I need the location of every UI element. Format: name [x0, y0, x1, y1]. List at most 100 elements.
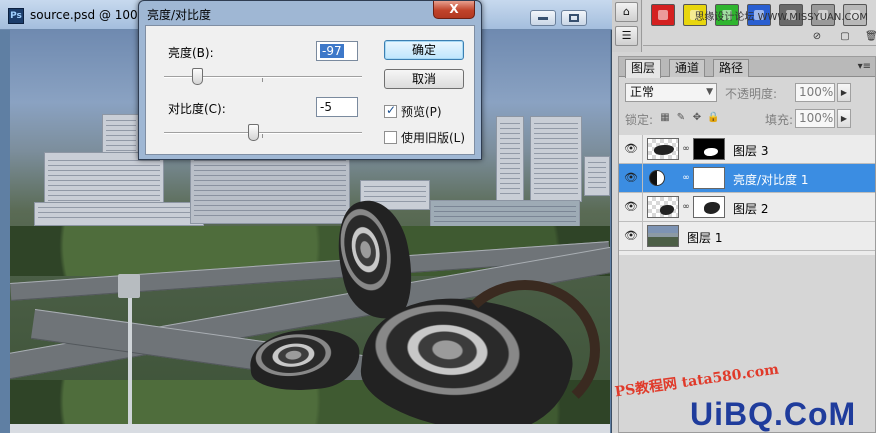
brightness-label: 亮度(B):	[168, 46, 214, 60]
styles-toolbar: ⊘ ▢ 🗑	[643, 30, 876, 46]
contrast-slider-track[interactable]	[164, 132, 362, 134]
tower-building	[584, 156, 610, 196]
preview-checkbox-row[interactable]: 预览(P)	[384, 103, 442, 120]
eye-icon[interactable]: 👁	[622, 142, 640, 156]
contrast-label: 对比度(C):	[168, 102, 226, 116]
eye-icon[interactable]: 👁	[622, 171, 640, 185]
blend-mode-select[interactable]: 正常 ▼	[625, 83, 717, 102]
layer-thumbnail	[647, 138, 679, 160]
dialog-body: 亮度(B): -97 对比度(C): -5 确定 取消 预览(P) 使用旧版(L…	[145, 25, 475, 155]
tab-layers[interactable]: 图层	[625, 59, 662, 78]
layer-mask-thumbnail	[693, 167, 725, 189]
brightness-contrast-dialog: 亮度/对比度 X 亮度(B): -97 对比度(C): -5 确定 取消 预览(…	[138, 0, 482, 160]
layer-list: 👁 ∞ 图层 3 👁 ∞ 亮度/对比度 1 👁 ∞ 图层 2 👁 图层 1	[619, 135, 875, 255]
highrise-building	[530, 116, 582, 202]
brightness-value: -97	[320, 44, 344, 58]
layer-thumbnail-content	[660, 205, 674, 215]
ground-hole	[450, 280, 600, 420]
clear-style-icon[interactable]: ⊘	[811, 31, 823, 43]
lamp-pole	[128, 280, 132, 430]
visibility-cell[interactable]: 👁	[619, 135, 643, 163]
status-bar	[10, 424, 610, 433]
preview-checkbox[interactable]	[384, 103, 397, 118]
visibility-cell[interactable]: 👁	[619, 164, 643, 192]
dialog-close-button[interactable]: X	[433, 1, 475, 19]
highrise-building	[496, 116, 524, 202]
lock-all-icon[interactable]: 🔒	[707, 112, 719, 124]
layers-panel-tabs: 图层 通道 路径 ▾≡	[619, 57, 875, 78]
photoshop-file-icon: Ps	[8, 8, 24, 24]
ok-button[interactable]: 确定	[384, 40, 464, 60]
layer-name: 图层 3	[733, 144, 769, 158]
mask-content	[704, 148, 718, 156]
legacy-label: 使用旧版(L)	[401, 131, 466, 145]
layer-row-3[interactable]: 👁 ∞ 图层 3	[619, 135, 875, 164]
layer-row-1[interactable]: 👁 图层 1	[619, 222, 875, 251]
slider-center-tick	[262, 78, 263, 82]
office-building	[190, 156, 350, 224]
brightness-slider-thumb[interactable]	[192, 68, 203, 85]
uibq-watermark: UiBQ.CoM	[690, 396, 857, 432]
trash-icon[interactable]: 🗑	[865, 31, 876, 43]
layer-thumbnail	[647, 225, 679, 247]
fill-label: 填充:	[765, 113, 794, 127]
document-title: source.psd @ 100	[30, 8, 138, 22]
lamp-head	[118, 274, 140, 298]
eye-icon[interactable]: 👁	[622, 200, 640, 214]
layer-mask-thumbnail	[693, 196, 725, 218]
mask-content	[704, 202, 720, 214]
opacity-arrow-button[interactable]: ▶	[837, 83, 851, 102]
opacity-label: 不透明度:	[725, 87, 778, 101]
style-swatch-red[interactable]	[651, 4, 675, 26]
lock-label: 锁定:	[625, 113, 654, 127]
contrast-input[interactable]: -5	[316, 97, 358, 117]
legacy-checkbox-row[interactable]: 使用旧版(L)	[384, 129, 465, 146]
layer-row-adjustment[interactable]: 👁 ∞ 亮度/对比度 1	[619, 164, 875, 193]
visibility-cell[interactable]: 👁	[619, 222, 643, 250]
maximize-button[interactable]	[561, 10, 587, 26]
layer-name: 图层 1	[687, 231, 723, 245]
layer-thumbnail-content	[654, 145, 674, 155]
history-panel-icon[interactable]: ⌂	[615, 2, 638, 22]
adjustment-layer-icon	[649, 170, 665, 186]
slider-center-tick	[262, 134, 263, 138]
info-panel-icon[interactable]: ☰	[615, 26, 638, 46]
visibility-cell[interactable]: 👁	[619, 193, 643, 221]
minimize-icon	[538, 17, 548, 20]
minimize-button[interactable]	[530, 10, 556, 26]
panel-menu-icon[interactable]: ▾≡	[858, 61, 871, 72]
blend-mode-value: 正常	[630, 85, 655, 99]
lock-transparency-icon[interactable]: ▦	[659, 112, 671, 124]
preview-label: 预览(P)	[401, 105, 442, 119]
blend-options-row: 正常 ▼ 不透明度: 100% ▶	[619, 80, 875, 104]
link-icon[interactable]: ∞	[682, 201, 690, 213]
collapsed-panel-dock: ⌂ ☰	[612, 0, 642, 52]
contrast-value: -5	[320, 100, 332, 114]
link-icon[interactable]: ∞	[682, 172, 690, 184]
layer-name: 亮度/对比度 1	[733, 173, 809, 187]
layer-row-2[interactable]: 👁 ∞ 图层 2	[619, 193, 875, 222]
dialog-title: 亮度/对比度	[147, 8, 212, 22]
chevron-down-icon: ▼	[706, 87, 713, 97]
lock-options-row: 锁定: ▦ ✎ ✥ 🔒 填充: 100% ▶	[619, 106, 875, 130]
maximize-icon	[569, 14, 579, 22]
fill-input[interactable]: 100%	[795, 109, 835, 128]
legacy-checkbox[interactable]	[384, 131, 397, 144]
new-style-icon[interactable]: ▢	[839, 31, 851, 43]
opacity-input[interactable]: 100%	[795, 83, 835, 102]
tab-channels[interactable]: 通道	[669, 59, 706, 77]
cancel-button[interactable]: 取消	[384, 69, 464, 89]
layer-thumbnail	[647, 196, 679, 218]
eye-icon[interactable]: 👁	[622, 229, 640, 243]
fill-arrow-button[interactable]: ▶	[837, 109, 851, 128]
forum-watermark: 思缘设计论坛 WWW.MISSYUAN.COM	[694, 12, 868, 23]
lock-move-icon[interactable]: ✥	[691, 112, 703, 124]
low-building	[34, 202, 204, 226]
link-icon[interactable]: ∞	[682, 143, 690, 155]
layer-mask-thumbnail	[693, 138, 725, 160]
lock-brush-icon[interactable]: ✎	[675, 112, 687, 124]
layer-name: 图层 2	[733, 202, 769, 216]
brightness-input[interactable]: -97	[316, 41, 358, 61]
tab-paths[interactable]: 路径	[713, 59, 750, 77]
contrast-slider-thumb[interactable]	[248, 124, 259, 141]
